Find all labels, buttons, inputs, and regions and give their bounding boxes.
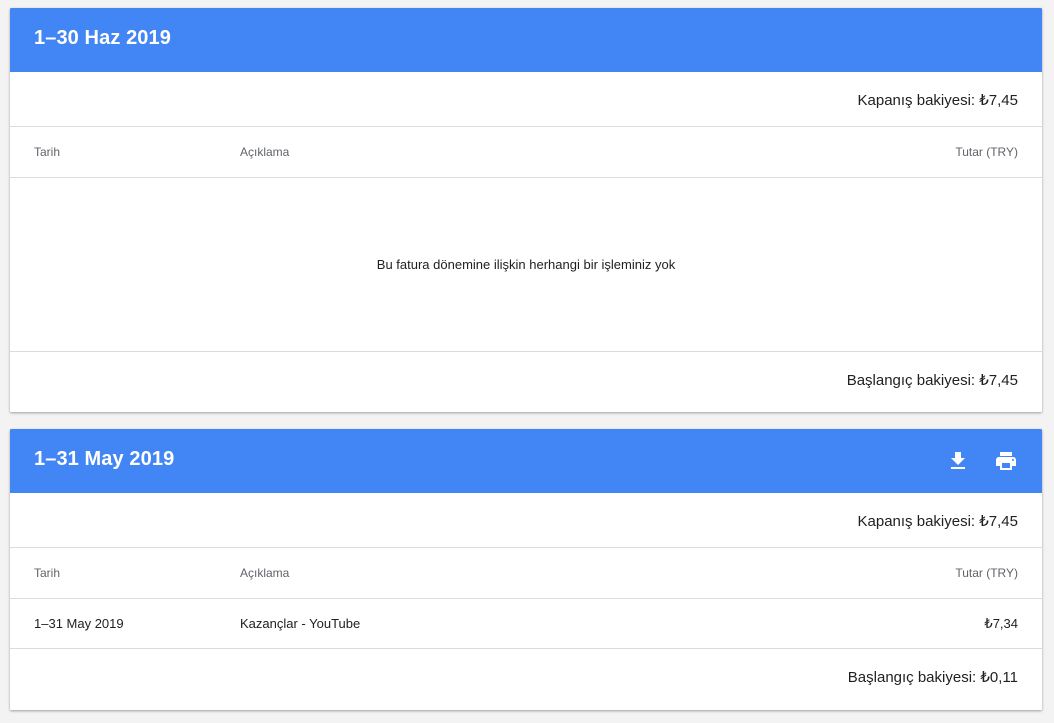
print-icon[interactable] bbox=[994, 449, 1018, 473]
opening-balance: Başlangıç bakiyesi: ₺0,11 bbox=[847, 669, 1018, 686]
closing-balance: Kapanış bakiyesi: ₺7,45 bbox=[857, 513, 1018, 530]
download-icon-glyph bbox=[951, 452, 965, 469]
column-header-date: Tarih bbox=[34, 566, 61, 580]
transaction-date: 1–31 May 2019 bbox=[34, 616, 124, 631]
empty-state-message: Bu fatura dönemine ilişkin herhangi bir … bbox=[376, 257, 676, 272]
statement-title: 1–30 Haz 2019 bbox=[34, 27, 171, 49]
column-header-amount: Tutar (TRY) bbox=[955, 566, 1018, 580]
statement-card-june: 1–30 Haz 2019 Kapanış bakiyesi: ₺7,45 Ta… bbox=[10, 8, 1042, 412]
closing-balance-row: Kapanış bakiyesi: ₺7,45 bbox=[10, 72, 1042, 126]
closing-balance-row: Kapanış bakiyesi: ₺7,45 bbox=[10, 493, 1042, 547]
column-header-date: Tarih bbox=[34, 145, 61, 159]
statement-title: 1–31 May 2019 bbox=[34, 448, 175, 470]
closing-balance: Kapanış bakiyesi: ₺7,45 bbox=[857, 92, 1018, 109]
column-header-description: Açıklama bbox=[240, 566, 290, 580]
column-header-description: Açıklama bbox=[240, 145, 290, 159]
statement-card-may: 1–31 May 2019 Kapanış bakiyesi: ₺7,45 Ta… bbox=[10, 429, 1042, 710]
transaction-amount: ₺7,34 bbox=[984, 616, 1018, 631]
statement-header: 1–30 Haz 2019 bbox=[10, 8, 1042, 72]
print-icon-glyph bbox=[996, 452, 1016, 470]
opening-balance: Başlangıç bakiyesi: ₺7,45 bbox=[846, 372, 1018, 389]
column-header-amount: Tutar (TRY) bbox=[955, 145, 1018, 159]
opening-balance-row: Başlangıç bakiyesi: ₺0,11 bbox=[10, 649, 1042, 709]
opening-balance-row: Başlangıç bakiyesi: ₺7,45 bbox=[10, 352, 1042, 412]
statement-header: 1–31 May 2019 bbox=[10, 429, 1042, 493]
empty-state: Bu fatura dönemine ilişkin herhangi bir … bbox=[10, 178, 1042, 351]
table-header: Tarih Açıklama Tutar (TRY) bbox=[10, 127, 1042, 177]
table-row[interactable]: 1–31 May 2019 Kazançlar - YouTube ₺7,34 bbox=[10, 599, 1042, 648]
download-icon[interactable] bbox=[946, 449, 970, 473]
transaction-description: Kazançlar - YouTube bbox=[240, 616, 361, 631]
table-header: Tarih Açıklama Tutar (TRY) bbox=[10, 548, 1042, 598]
